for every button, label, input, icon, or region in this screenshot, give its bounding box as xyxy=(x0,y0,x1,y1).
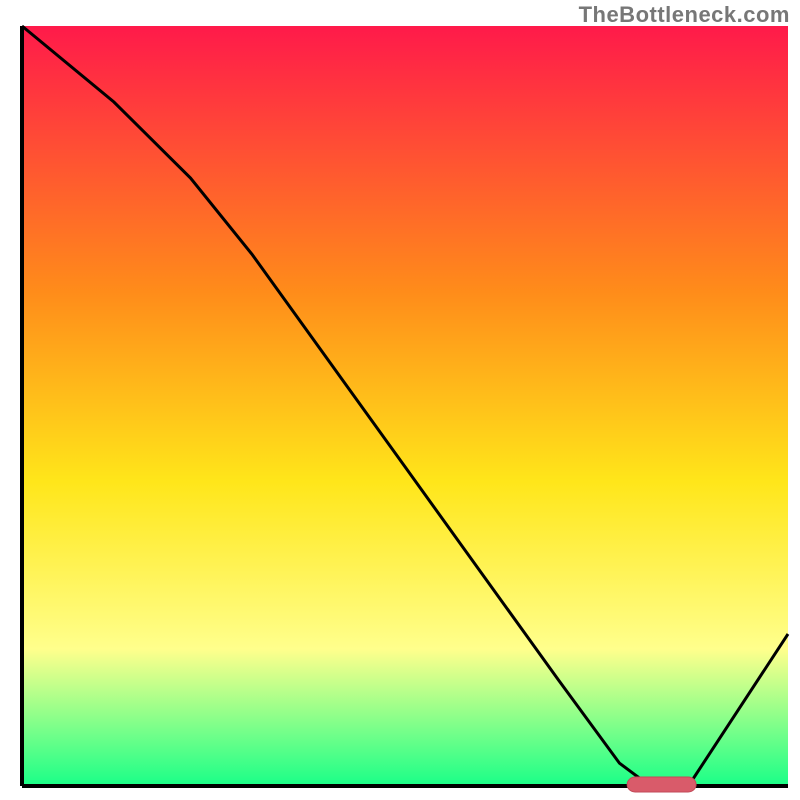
chart-svg xyxy=(0,0,800,800)
plot-area xyxy=(22,26,788,786)
chart-container: TheBottleneck.com xyxy=(0,0,800,800)
optimal-marker xyxy=(627,777,696,792)
watermark-text: TheBottleneck.com xyxy=(579,2,790,28)
